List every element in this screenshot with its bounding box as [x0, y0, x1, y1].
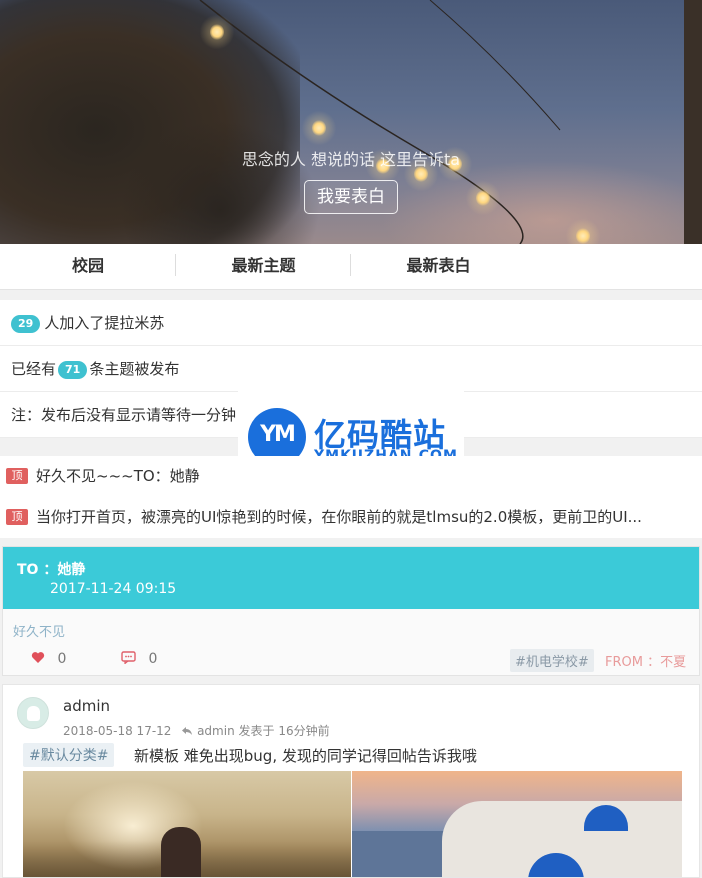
confession-sender: FROM ：不夏	[605, 655, 687, 670]
hero-banner: 思念的人 想说的话 这里告诉ta 我要表白	[0, 0, 702, 244]
tab-bar: 校园 最新主题 最新表白	[0, 244, 702, 290]
topics-stat-suffix: 条主题被发布	[89, 360, 180, 378]
avatar[interactable]	[17, 697, 49, 729]
tab-campus[interactable]: 校园	[0, 244, 176, 290]
confession-header: TO ：她静 2017-11-24 09:15	[3, 547, 699, 609]
heart-icon	[31, 652, 45, 663]
pinned-item: 顶好久不见~~~TO：她静	[0, 456, 702, 497]
confession-body: 好久不见	[13, 625, 66, 640]
light-bulb	[466, 180, 500, 216]
members-count-badge: 29	[11, 315, 41, 333]
post-text[interactable]: 新模板 难免出现bug, 发现的同学记得回帖告诉我哦	[134, 745, 477, 766]
topic-post[interactable]: admin 2018-05-18 17-12 admin 发表于 16分钟前 #…	[2, 684, 700, 878]
pinned-item: 顶当你打开首页，被漂亮的UI惊艳到的时候，在你眼前的就是tlmsu的2.0模板，…	[0, 497, 702, 538]
watermark-emblem-text: YM	[260, 422, 296, 447]
post-username[interactable]: admin	[63, 697, 110, 715]
pinned-badge: 顶	[6, 509, 28, 525]
comment-count: 0	[148, 651, 158, 667]
members-stat-text: 人加入了提拉米苏	[44, 314, 165, 332]
comment-icon	[121, 651, 136, 665]
topics-count-badge: 71	[58, 361, 88, 379]
confession-card[interactable]: TO ：她静 2017-11-24 09:15 好久不见 0 0 #机电学校# …	[2, 546, 700, 676]
like-button[interactable]: 0	[31, 651, 66, 667]
light-bulb	[200, 14, 234, 50]
pinned-badge: 顶	[6, 468, 28, 484]
post-image-couple[interactable]	[23, 771, 351, 877]
members-stat: 29 人加入了提拉米苏	[0, 300, 702, 346]
confess-button[interactable]: 我要表白	[304, 180, 398, 214]
notice-text: 注：发布后没有显示请等待一分钟	[11, 406, 237, 424]
reply-user[interactable]: admin	[197, 724, 235, 738]
comment-button[interactable]: 0	[121, 651, 157, 667]
like-count: 0	[57, 651, 67, 667]
reply-icon	[181, 724, 197, 738]
hero-caption: 思念的人 想说的话 这里告诉ta	[241, 150, 461, 169]
topics-stat-prefix: 已经有	[11, 360, 57, 378]
tab-latest-topics[interactable]: 最新主题	[176, 244, 351, 290]
post-date: 2018-05-18 17-12	[63, 724, 172, 738]
post-meta: 2018-05-18 17-12 admin 发表于 16分钟前	[63, 722, 330, 739]
post-image-santorini[interactable]	[352, 771, 682, 877]
category-tag[interactable]: #默认分类#	[23, 743, 115, 767]
confession-recipient: TO ：她静	[17, 562, 86, 578]
school-tag[interactable]: #机电学校#	[510, 649, 594, 672]
pinned-title[interactable]: 当你打开首页，被漂亮的UI惊艳到的时候，在你眼前的就是tlmsu的2.0模板，更…	[36, 508, 642, 526]
light-bulb	[566, 218, 600, 244]
confession-date: 2017-11-24 09:15	[50, 581, 177, 597]
pinned-topics: 顶好久不见~~~TO：她静 顶当你打开首页，被漂亮的UI惊艳到的时候，在你眼前的…	[0, 456, 702, 538]
light-bulb	[302, 110, 336, 146]
pinned-title[interactable]: 好久不见~~~TO：她静	[36, 467, 200, 485]
tab-latest-confessions[interactable]: 最新表白	[351, 244, 526, 290]
reply-time: 发表于 16分钟前	[238, 724, 330, 738]
